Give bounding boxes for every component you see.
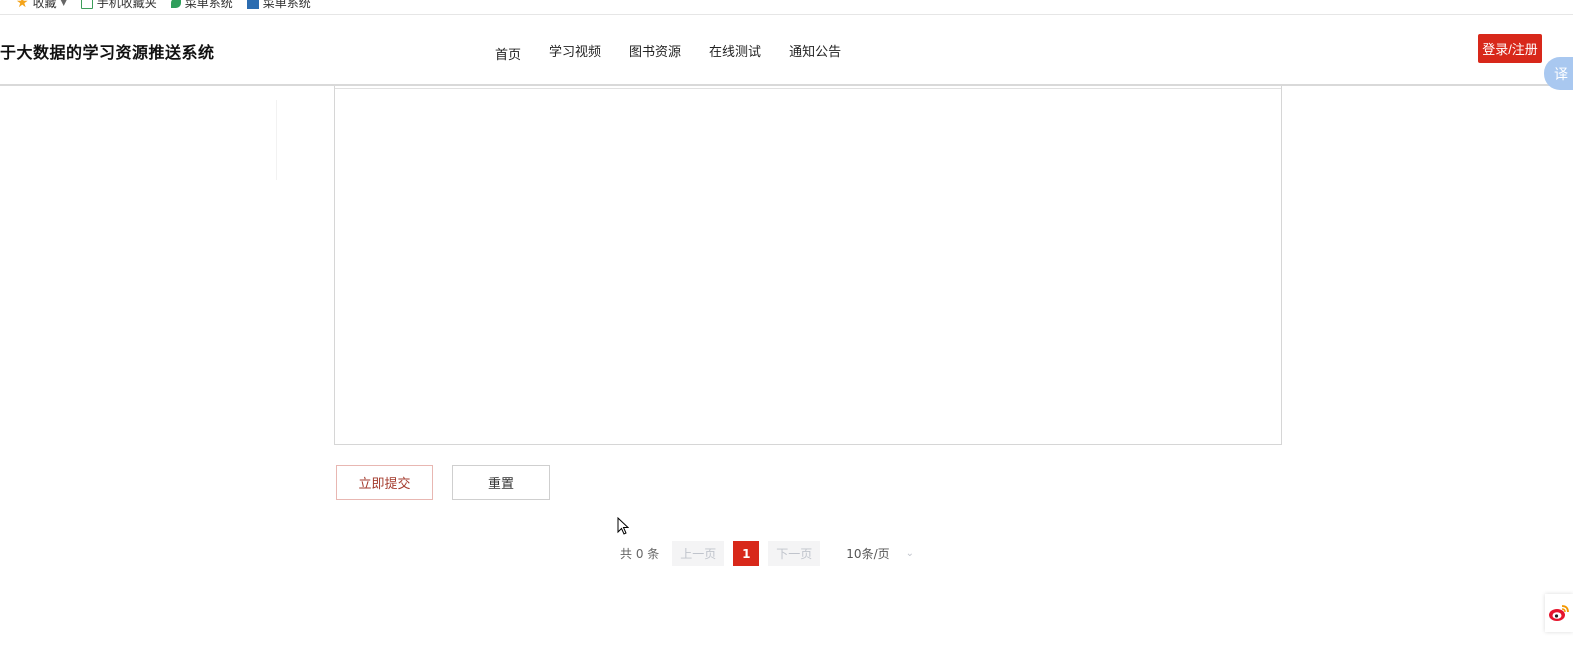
- bookmark-menu-system-1[interactable]: 菜单系统: [170, 0, 233, 11]
- site-header: 于大数据的学习资源推送系统 首页 学习视频 图书资源 在线测试 通知公告 登录/…: [0, 15, 1573, 86]
- weibo-icon: [1549, 605, 1569, 621]
- folder-icon: [80, 0, 93, 9]
- translate-widget[interactable]: 译: [1544, 57, 1573, 90]
- square-icon: [246, 0, 259, 9]
- page-size-select[interactable]: 10条/页 ⌄: [846, 545, 914, 562]
- translate-icon: 译: [1554, 66, 1568, 83]
- reset-button[interactable]: 重置: [452, 465, 550, 500]
- submit-button[interactable]: 立即提交: [336, 465, 433, 500]
- page-size-value: 10条/页: [846, 547, 890, 561]
- bookmark-label: 收藏: [32, 0, 57, 10]
- chevron-down-icon: ⌄: [905, 548, 915, 559]
- page-number-button[interactable]: 1: [733, 541, 760, 566]
- nav-item-notices[interactable]: 通知公告: [775, 41, 855, 63]
- nav-item-home[interactable]: 首页: [481, 41, 535, 63]
- bookmark-label: 菜单系统: [184, 0, 233, 10]
- site-title: 于大数据的学习资源推送系统: [0, 43, 215, 62]
- divider: [335, 88, 1281, 89]
- login-register-button[interactable]: 登录/注册: [1478, 34, 1542, 63]
- divider: [276, 100, 277, 180]
- content-editor[interactable]: [334, 86, 1282, 445]
- bookmarks-bar: ★ 收藏 ▼ 手机收藏夹 菜单系统 菜单系统: [0, 0, 1573, 15]
- pagination-total: 共 0 条: [620, 547, 660, 561]
- main-nav: 首页 学习视频 图书资源 在线测试 通知公告: [481, 41, 855, 63]
- nav-item-books[interactable]: 图书资源: [615, 41, 695, 63]
- caret-down-icon: ▼: [60, 0, 67, 7]
- next-page-button[interactable]: 下一页: [768, 541, 821, 566]
- bookmark-label: 菜单系统: [262, 0, 311, 10]
- bookmark-label: 手机收藏夹: [96, 0, 157, 10]
- leaf-icon: [170, 0, 181, 8]
- bookmark-favorites[interactable]: ★ 收藏 ▼: [16, 0, 67, 11]
- weibo-share-button[interactable]: [1545, 594, 1573, 632]
- mouse-cursor-icon: [617, 517, 629, 535]
- prev-page-button[interactable]: 上一页: [672, 541, 725, 566]
- pagination: 共 0 条 上一页 1 下一页 10条/页 ⌄: [620, 541, 914, 566]
- nav-item-online-test[interactable]: 在线测试: [695, 41, 775, 63]
- star-icon: ★: [16, 0, 29, 11]
- nav-item-videos[interactable]: 学习视频: [535, 41, 615, 63]
- bookmark-mobile-favorites[interactable]: 手机收藏夹: [80, 0, 157, 11]
- bookmark-menu-system-2[interactable]: 菜单系统: [246, 0, 311, 11]
